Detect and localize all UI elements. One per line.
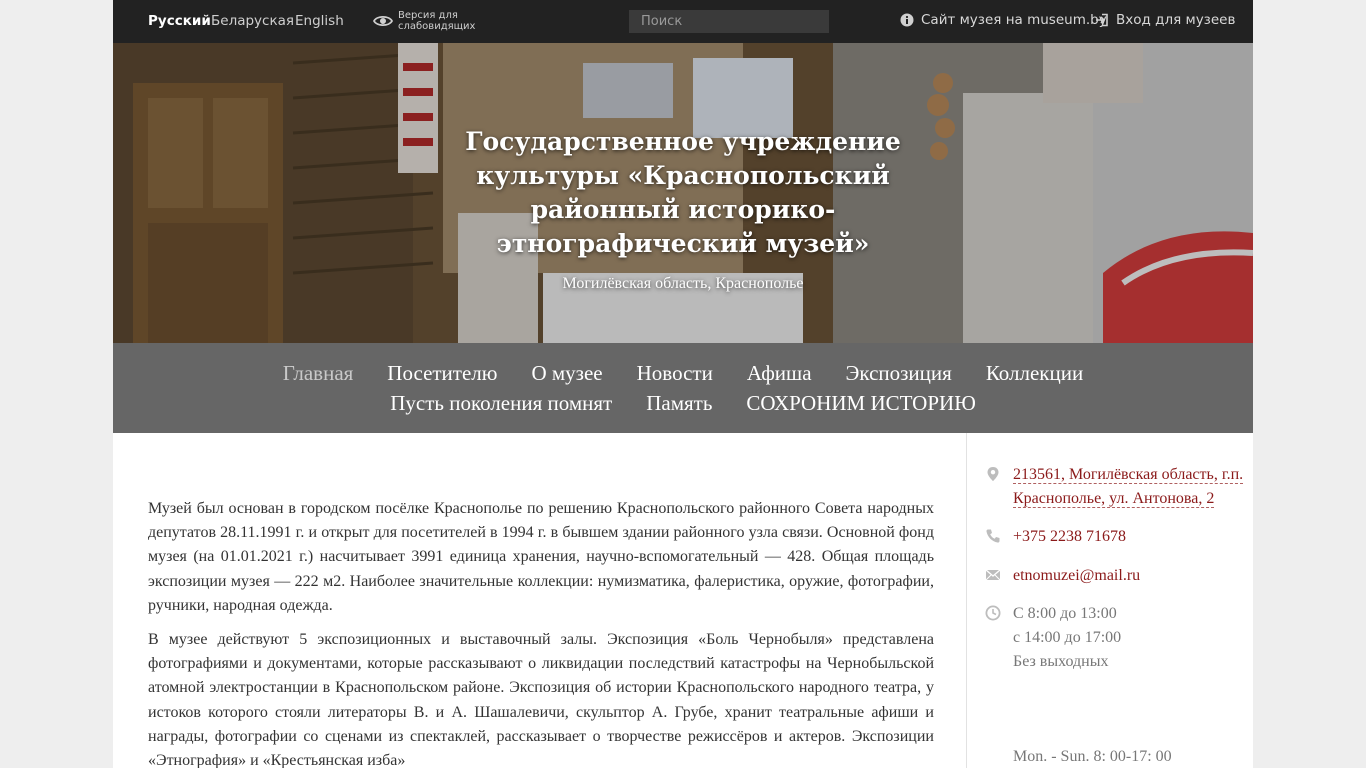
nav-item-about[interactable]: О музее [531,359,602,389]
contact-sidebar: 213561, Могилёвская область, г.п. Красно… [985,463,1245,688]
clock-icon [985,605,1001,621]
hero-subtitle: Могилёвская область, Краснополье [562,275,804,292]
email-link[interactable]: etnomuzei@mail.ru [1013,567,1140,584]
phone-row: +375 2238 71678 [985,525,1245,549]
content-paragraph: В музее действуют 5 экспозиционных и выс… [148,631,934,768]
nav-item-visitor[interactable]: Посетителю [387,359,497,389]
sidebar-divider [966,433,967,768]
hero-text: Государственное учреждение культуры «Кра… [113,125,1253,293]
hours-line: с 14:00 до 17:00 [1013,629,1122,647]
login-label: Вход для музеев [1116,12,1236,28]
hours-line: С 8:00 до 13:00 [1013,604,1117,622]
address-link[interactable]: 213561, Могилёвская область, г.п. Красно… [1013,466,1244,509]
nav-item-home[interactable]: Главная [283,359,354,389]
low-vision-link[interactable]: Версия для слабовидящих [398,10,488,32]
content-paragraph: Музей был основан в городском посёлке Кр… [148,500,934,614]
main-nav: Главная Посетителю О музее Новости Афиша… [113,343,1253,433]
nav-item-memory[interactable]: Память [646,389,712,419]
lang-russian[interactable]: Русский [148,13,211,29]
nav-row-1: Главная Посетителю О музее Новости Афиша… [113,359,1253,389]
nav-row-2: Пусть поколения помнят Память СОХРОНИМ И… [113,389,1253,419]
hours-english: Mon. - Sun. 8: 00-17: 00 [1013,748,1172,765]
hours-row: С 8:00 до 13:00 с 14:00 до 17:00 Без вых… [985,602,1245,675]
phone-link[interactable]: +375 2238 71678 [1013,528,1126,545]
page: Русский Беларуская English Версия для сл… [113,0,1253,768]
nav-item-news[interactable]: Новости [637,359,713,389]
envelope-icon [985,569,1001,580]
map-pin-icon [987,467,999,481]
login-link[interactable]: Вход для музеев [1095,12,1235,28]
nav-item-save-history[interactable]: СОХРОНИМ ИСТОРИЮ [746,389,975,419]
nav-item-remember[interactable]: Пусть поколения помнят [390,389,612,419]
search-input[interactable] [629,10,829,33]
email-row: etnomuzei@mail.ru [985,564,1245,588]
hero-banner: Государственное учреждение культуры «Кра… [113,43,1253,343]
page-title: Государственное учреждение культуры «Кра… [465,127,901,258]
lang-english[interactable]: English [295,13,344,29]
top-bar: Русский Беларуская English Версия для сл… [113,0,1253,43]
nav-item-events[interactable]: Афиша [747,359,812,389]
museum-site-label: Сайт музея на museum.by [921,12,1107,28]
nav-item-collections[interactable]: Коллекции [986,359,1083,389]
lang-belarusian[interactable]: Беларуская [211,13,294,29]
sign-in-icon [1096,13,1108,27]
museum-site-link[interactable]: Сайт музея на museum.by [900,12,1107,28]
nav-item-exposition[interactable]: Экспозиция [846,359,952,389]
main-content: Музей был основан в городском посёлке Кр… [148,497,934,768]
phone-icon [986,529,1000,543]
address-row: 213561, Могилёвская область, г.п. Красно… [985,463,1245,511]
hours-line: Без выходных [1013,653,1109,671]
eye-icon[interactable] [373,12,393,30]
info-icon [900,13,914,27]
